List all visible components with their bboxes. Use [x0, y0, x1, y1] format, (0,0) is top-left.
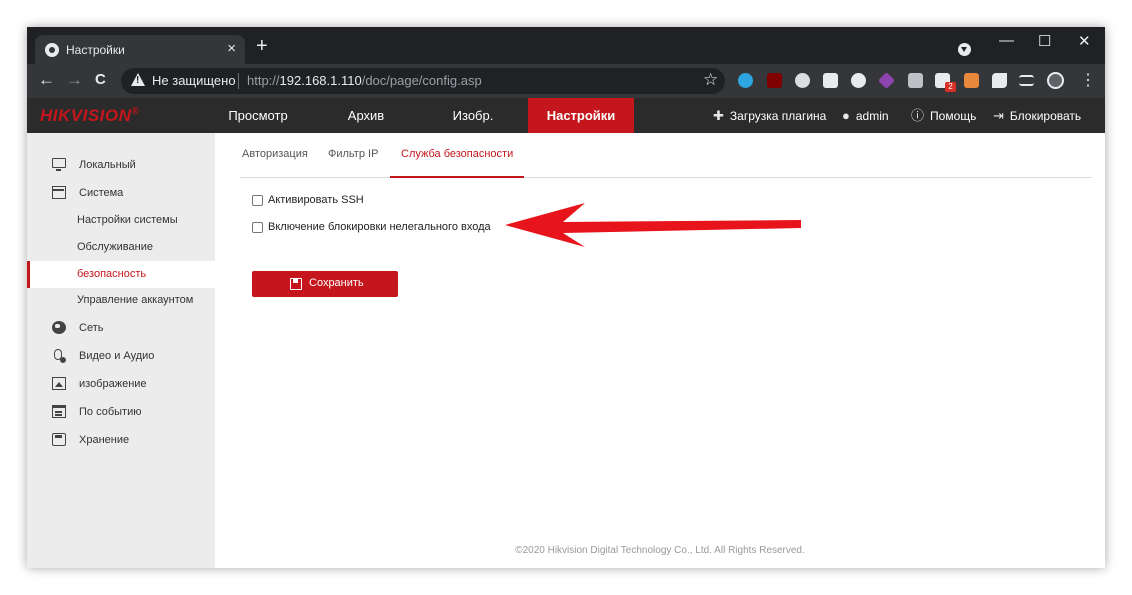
browser-tab[interactable]: Настройки × [35, 35, 245, 64]
url-divider [238, 73, 239, 89]
disk-icon [52, 433, 66, 446]
lock-label: Блокировать [1009, 109, 1082, 123]
sidebar-item-system[interactable]: Система [27, 180, 215, 206]
mail-extension-icon[interactable] [823, 73, 838, 88]
user-menu[interactable]: ● admin [842, 98, 889, 133]
monitor-icon [52, 158, 66, 171]
sidebar-label: Обслуживание [77, 241, 153, 253]
sidebar-label: Локальный [79, 159, 136, 171]
plugin-label: Загрузка плагина [729, 109, 827, 123]
save-button[interactable]: Сохранить [252, 271, 398, 297]
nav-picture[interactable]: Изобр. [427, 98, 519, 133]
sidebar-label: безопасность [77, 268, 147, 280]
copyright-footer: ©2020 Hikvision Digital Technology Co., … [515, 545, 805, 556]
sub-tabs: Авторизация Фильтр IP Служба безопасност… [240, 133, 1092, 178]
arrow-icon [505, 203, 801, 247]
annotation-arrow [505, 203, 805, 256]
camera-favicon-icon [45, 43, 59, 57]
reload-icon[interactable]: C [95, 71, 106, 88]
nav-configuration[interactable]: Настройки [528, 98, 634, 133]
sidebar-item-local[interactable]: Локальный [27, 152, 215, 178]
sidebar-item-network[interactable]: Сеть [27, 315, 215, 341]
puzzle-icon: ✚ [713, 108, 724, 123]
sidebar-label: Хранение [79, 434, 130, 446]
maximize-icon[interactable]: ☐ [1038, 32, 1051, 50]
url-text[interactable]: http://192.168.1.110/doc/page/config.asp [247, 73, 482, 88]
image-icon [52, 377, 66, 390]
translate-extension-icon[interactable] [851, 73, 866, 88]
sidebar-item-storage[interactable]: Хранение [27, 427, 215, 453]
sidebar-label: изображение [79, 378, 147, 390]
tab-ip-filter[interactable]: Фильтр IP [328, 133, 378, 178]
config-sidebar: Локальный Система Настройки системы Обсл… [27, 133, 215, 568]
extension-badge: 2 [945, 82, 956, 92]
illegal-login-lock-checkbox[interactable] [252, 222, 263, 233]
sidebar-label: Управление аккаунтом [77, 294, 194, 306]
tab-search-icon[interactable] [958, 43, 971, 56]
ublock-extension-icon[interactable] [767, 73, 782, 88]
browser-menu-icon[interactable]: ⋮ [1080, 70, 1096, 90]
nav-playback[interactable]: Архив [320, 98, 412, 133]
address-bar[interactable]: Не защищено http://192.168.1.110/doc/pag… [121, 68, 725, 94]
profile-avatar-icon[interactable] [1047, 72, 1064, 89]
browser-toolbar: ← → C Не защищено http://192.168.1.110/d… [27, 64, 1105, 98]
browser-window: Настройки × + — ☐ ✕ ← → C Не защищено ht… [27, 27, 1105, 568]
ssh-label: Активировать SSH [268, 194, 364, 206]
download-plugin-link[interactable]: ✚ Загрузка плагина [713, 98, 826, 133]
sidebar-item-security[interactable]: безопасность [27, 261, 215, 288]
calendar-icon [52, 405, 66, 418]
puzzle-extension-icon[interactable] [992, 73, 1007, 88]
microphone-icon [52, 349, 66, 363]
sidebar-item-image[interactable]: изображение [27, 371, 215, 397]
forward-arrow-icon[interactable]: → [66, 70, 83, 90]
user-icon: ● [842, 108, 850, 123]
stack-extension-icon[interactable] [908, 73, 923, 88]
nav-live-view[interactable]: Просмотр [212, 98, 304, 133]
user-label: admin [855, 109, 889, 123]
telegram-extension-icon[interactable] [738, 73, 753, 88]
sidebar-label: Настройки системы [77, 214, 178, 226]
help-label: Помощь [930, 109, 977, 123]
save-label: Сохранить [309, 277, 364, 289]
floppy-disk-icon [290, 278, 302, 290]
sidebar-label: Система [79, 187, 124, 199]
lock-link[interactable]: ⇥ Блокировать [993, 98, 1081, 133]
app-header: HIKVISION® Просмотр Архив Изобр. Настрой… [27, 98, 1105, 133]
sidebar-label: По событию [79, 406, 142, 418]
cube-extension-icon[interactable] [878, 72, 895, 89]
tab-security-service[interactable]: Служба безопасности [390, 133, 525, 178]
tab-close-icon[interactable]: × [227, 40, 236, 57]
playlist-icon[interactable] [1019, 75, 1034, 86]
close-window-icon[interactable]: ✕ [1078, 32, 1091, 50]
hikvision-logo: HIKVISION® [40, 106, 140, 125]
bucket-extension-icon[interactable] [964, 73, 979, 88]
logout-icon: ⇥ [993, 108, 1004, 123]
sync-extension-icon[interactable] [795, 73, 810, 88]
sidebar-label: Сеть [79, 322, 104, 334]
security-status[interactable]: Не защищено [152, 73, 236, 88]
sidebar-item-maintenance[interactable]: Обслуживание [27, 234, 215, 260]
help-icon: ⓘ [911, 108, 925, 123]
sidebar-label: Видео и Аудио [79, 350, 155, 362]
warning-icon [131, 73, 145, 86]
main-content: Авторизация Фильтр IP Служба безопасност… [215, 133, 1105, 568]
sidebar-item-event[interactable]: По событию [27, 399, 215, 425]
illegal-login-lock-label: Включение блокировки нелегального входа [268, 221, 491, 233]
globe-icon [52, 321, 66, 334]
new-tab-icon[interactable]: + [256, 36, 268, 56]
bookmark-star-icon[interactable]: ☆ [703, 70, 718, 90]
ssh-checkbox[interactable] [252, 195, 263, 206]
tab-strip: Настройки × + — ☐ ✕ [27, 27, 1105, 64]
back-arrow-icon[interactable]: ← [38, 70, 55, 90]
tab-title: Настройки [66, 43, 125, 57]
sidebar-item-user-management[interactable]: Управление аккаунтом [27, 287, 215, 313]
sidebar-item-video-audio[interactable]: Видео и Аудио [27, 343, 215, 369]
sidebar-item-system-settings[interactable]: Настройки системы [27, 207, 215, 233]
window-icon [52, 186, 66, 199]
minimize-icon[interactable]: — [999, 32, 1014, 49]
tab-authentication[interactable]: Авторизация [242, 133, 308, 178]
help-link[interactable]: ⓘ Помощь [911, 98, 976, 133]
